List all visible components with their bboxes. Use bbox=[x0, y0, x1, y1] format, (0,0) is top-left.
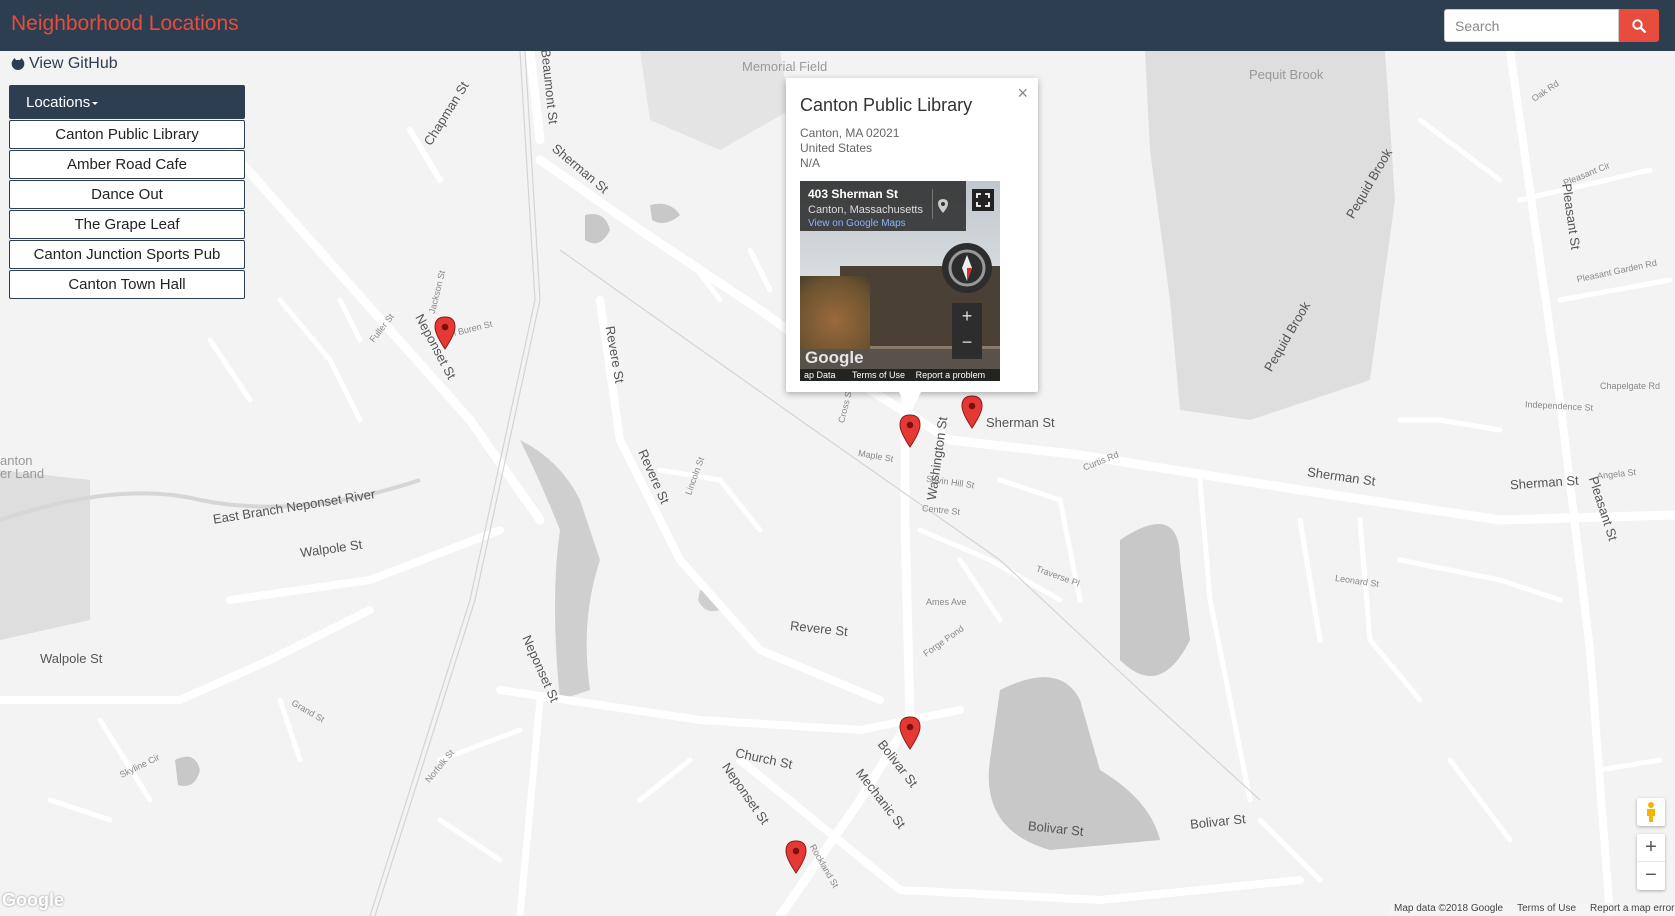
location-item[interactable]: Dance Out bbox=[9, 180, 245, 209]
view-on-google-maps-link[interactable]: View on Google Maps bbox=[808, 218, 958, 229]
map-attribution: Map data ©2018 Google Terms of Use Repor… bbox=[1390, 903, 1675, 916]
location-pin-icon[interactable] bbox=[932, 189, 952, 219]
search-input[interactable] bbox=[1444, 9, 1619, 42]
phone: N/A bbox=[800, 156, 821, 170]
pegman-button[interactable] bbox=[1637, 798, 1665, 826]
map-zoom-control: + − bbox=[1637, 834, 1665, 890]
street-view-panorama[interactable]: Google 403 Sherman St Canton, Massachuse… bbox=[800, 181, 1000, 381]
map-marker[interactable] bbox=[899, 716, 921, 750]
google-logo: Google bbox=[805, 348, 864, 367]
map-marker[interactable] bbox=[785, 840, 807, 874]
location-item[interactable]: Amber Road Cafe bbox=[9, 150, 245, 179]
locations-dropdown-toggle[interactable]: Locations bbox=[9, 85, 245, 119]
info-window-address: Canton, MA 02021 United States N/A bbox=[800, 126, 899, 171]
navbar: Neighborhood Locations bbox=[0, 0, 1675, 51]
pano-report-link[interactable]: Report a problem bbox=[916, 370, 986, 380]
fullscreen-icon[interactable] bbox=[972, 189, 994, 211]
map-marker[interactable] bbox=[899, 414, 921, 448]
map-marker[interactable] bbox=[434, 316, 456, 350]
search-form bbox=[1444, 9, 1659, 42]
location-item[interactable]: Canton Public Library bbox=[9, 120, 245, 149]
map-zoom-in-button[interactable]: + bbox=[1637, 834, 1665, 862]
map-data-attribution: Map data ©2018 Google bbox=[1394, 903, 1504, 914]
map-terms-link[interactable]: Terms of Use bbox=[1517, 903, 1576, 916]
address-line-1: Canton, MA 02021 bbox=[800, 126, 900, 140]
github-link[interactable]: View GitHub bbox=[10, 55, 118, 73]
pano-terms-link[interactable]: Terms of Use bbox=[852, 370, 905, 380]
location-item[interactable]: The Grape Leaf bbox=[9, 210, 245, 239]
location-item[interactable]: Canton Town Hall bbox=[9, 270, 245, 299]
github-icon bbox=[11, 58, 25, 70]
pano-zoom-control: + − bbox=[952, 303, 982, 359]
search-icon bbox=[1632, 18, 1646, 33]
search-button[interactable] bbox=[1619, 9, 1659, 42]
github-label: View GitHub bbox=[29, 55, 118, 72]
pano-footer: ap Data Terms of Use Report a problem bbox=[800, 369, 1000, 381]
locations-panel: Locations Canton Public Library Amber Ro… bbox=[9, 85, 245, 300]
pegman-icon bbox=[1647, 802, 1655, 822]
pano-zoom-in-button[interactable]: + bbox=[952, 303, 982, 329]
pano-zoom-out-button[interactable]: − bbox=[952, 329, 982, 355]
map-marker[interactable] bbox=[961, 395, 983, 429]
locations-header-label: Locations bbox=[26, 94, 91, 111]
location-item[interactable]: Canton Junction Sports Pub bbox=[9, 240, 245, 269]
pano-map-data: ap Data bbox=[804, 370, 836, 380]
close-icon[interactable]: × bbox=[1017, 83, 1028, 104]
map-zoom-out-button[interactable]: − bbox=[1637, 862, 1665, 890]
info-window: × Canton Public Library Canton, MA 02021… bbox=[786, 78, 1038, 414]
info-window-title: Canton Public Library bbox=[800, 95, 973, 115]
compass-icon[interactable] bbox=[942, 243, 992, 293]
address-line-2: United States bbox=[800, 141, 873, 155]
app-title: Neighborhood Locations bbox=[11, 12, 239, 35]
report-map-error-link[interactable]: Report a map error bbox=[1590, 903, 1674, 916]
google-logo: Google bbox=[2, 890, 64, 910]
caret-down-icon bbox=[92, 101, 99, 105]
